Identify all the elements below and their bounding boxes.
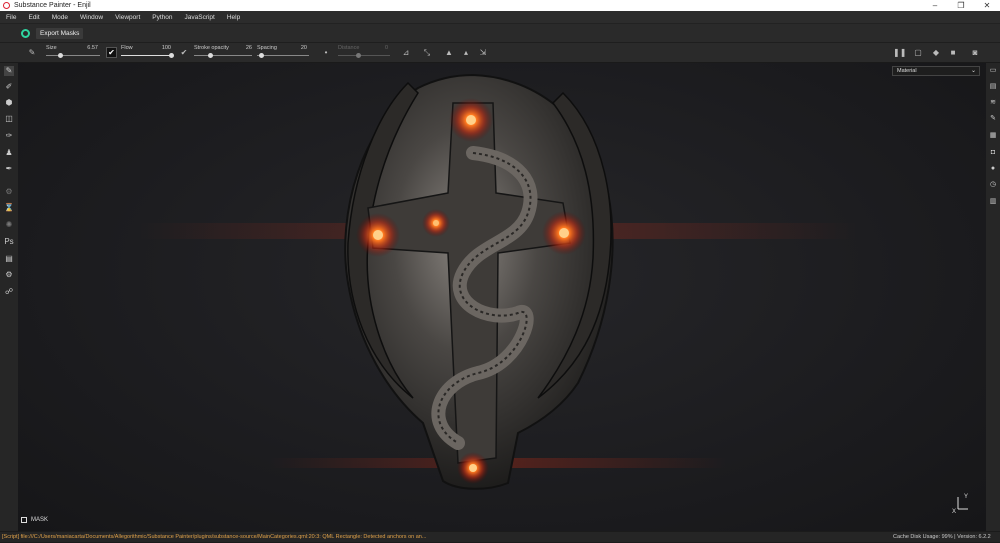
clone-stamp-icon[interactable]: ♟ (4, 148, 14, 158)
distance-slider[interactable] (338, 55, 390, 56)
line-tool-icon[interactable]: ⤡ (423, 49, 431, 57)
brush-alpha-icon[interactable]: ✎ (28, 49, 36, 57)
maximize-icon[interactable]: ❐ (948, 0, 974, 11)
mirror-icon[interactable]: ▲ (445, 49, 453, 57)
shelf-icon[interactable]: ▦ (988, 131, 998, 141)
screenshot-icon[interactable]: ◙ (971, 49, 979, 57)
close-icon[interactable]: ✕ (974, 0, 1000, 11)
axis-gizmo: Y X (952, 494, 968, 515)
texture-set-settings-icon[interactable]: ▤ (988, 82, 998, 92)
left-gem (373, 230, 383, 240)
substance-source-icon[interactable] (21, 28, 30, 38)
distance-slider-handle[interactable] (356, 53, 361, 58)
brush-properties-bar: ✎ Size 6.57 ✔ Flow 100 ✔ Stroke opacity … (0, 43, 1000, 63)
pause-icon[interactable]: ❚❚ (893, 49, 906, 57)
menu-file[interactable]: File (0, 14, 22, 21)
flow-slider-handle[interactable] (169, 53, 174, 58)
app-logo-icon (3, 2, 10, 9)
flow-slider[interactable] (121, 55, 173, 56)
dragon-model-render (138, 73, 858, 490)
panels-sidebar: ▭ ▤ ≋ ✎ ▦ ◘ ● ◷ ▥ (986, 63, 1000, 531)
flow-param: Flow 100 (121, 45, 171, 51)
menu-javascript[interactable]: JavaScript (179, 14, 221, 21)
menu-edit[interactable]: Edit (22, 14, 45, 21)
camera-frame-icon[interactable]: ▢ (914, 49, 922, 57)
resize-icon[interactable]: ⇲ (479, 49, 487, 57)
dragon-eye (433, 220, 439, 226)
flow-toggle-icon[interactable]: ✔ (106, 47, 117, 58)
plugin-toolbar: Export Masks (0, 24, 1000, 43)
paint-brush-icon[interactable]: ✎ (4, 66, 14, 76)
minimize-icon[interactable]: – (922, 0, 948, 11)
settings-tool-icon[interactable]: ⚙ (4, 187, 14, 197)
size-slider-handle[interactable] (58, 53, 63, 58)
mirror-alt-icon[interactable]: ▴ (462, 49, 470, 57)
chevron-down-icon: ⌄ (970, 68, 976, 74)
color-picker-icon[interactable]: ✒ (4, 164, 14, 174)
log-icon[interactable]: ▥ (988, 197, 998, 207)
menu-help[interactable]: Help (221, 14, 246, 21)
mask-icon (21, 517, 27, 523)
distance-param: Distance 0 (338, 45, 388, 51)
projection-icon[interactable]: ⬢ (4, 98, 14, 108)
axis-x-label: X (952, 509, 956, 515)
polygon-fill-icon[interactable]: ◫ (4, 114, 14, 124)
bottom-gem (469, 464, 477, 472)
texture-set-list-icon[interactable]: ▭ (988, 66, 998, 76)
auto-unwrap-icon[interactable]: ☍ (4, 287, 14, 297)
opacity-check-icon[interactable]: ✔ (180, 49, 188, 57)
menu-viewport[interactable]: Viewport (109, 14, 146, 21)
spacing-slider[interactable] (257, 55, 309, 56)
document-icon[interactable]: ▤ (4, 254, 14, 264)
status-bar: [Script] file:///C:/Users/maniacarta/Doc… (0, 531, 1000, 542)
window-title: Substance Painter - Enjil (14, 2, 91, 9)
menu-python[interactable]: Python (146, 14, 178, 21)
3d-viewport[interactable]: Material ⌄ MASK Y X (18, 63, 986, 531)
opacity-slider[interactable] (194, 55, 252, 56)
shader-settings-icon[interactable]: ● (988, 164, 998, 174)
gear-tool-icon[interactable]: ✺ (4, 220, 14, 230)
title-bar: Substance Painter - Enjil – ❐ ✕ (0, 0, 1000, 11)
size-slider[interactable] (46, 55, 100, 56)
camera-icon[interactable]: ■ (949, 49, 957, 57)
menu-bar: File Edit Mode Window Viewport Python Ja… (0, 11, 1000, 24)
photoshop-export-icon[interactable]: Ps (4, 237, 14, 247)
size-param: Size 6.57 (46, 45, 98, 51)
display-mode-icon[interactable]: ◆ (932, 49, 940, 57)
spacing-param: Spacing 20 (257, 45, 307, 51)
properties-icon[interactable]: ✎ (988, 114, 998, 124)
axis-y-label: Y (964, 494, 968, 500)
menu-window[interactable]: Window (74, 14, 109, 21)
export-masks-button[interactable]: Export Masks (36, 27, 84, 39)
spacing-slider-handle[interactable] (259, 53, 264, 58)
cache-usage: Cache Disk Usage: 99% | Version: 6.2.2 (893, 534, 991, 540)
display-settings-icon[interactable]: ◘ (988, 148, 998, 158)
viewport-mode-select[interactable]: Material ⌄ (892, 66, 980, 76)
lazy-mouse-icon[interactable]: • (322, 49, 330, 57)
filter-tool-icon[interactable]: ⌛ (4, 203, 14, 213)
menu-mode[interactable]: Mode (46, 14, 74, 21)
layers-icon[interactable]: ≋ (988, 98, 998, 108)
status-message: [Script] file:///C:/Users/maniacarta/Doc… (2, 534, 427, 540)
tools-sidebar: ✎ ✐ ⬢ ◫ ✑ ♟ ✒ ⚙ ⌛ ✺ Ps ▤ ⚙ ☍ (0, 63, 18, 531)
plugin-settings-icon[interactable]: ⚙ (4, 270, 14, 280)
history-icon[interactable]: ◷ (988, 180, 998, 190)
mask-indicator: MASK (21, 517, 48, 523)
smudge-icon[interactable]: ✑ (4, 131, 14, 141)
opacity-param: Stroke opacity 26 (194, 45, 252, 51)
opacity-slider-handle[interactable] (208, 53, 213, 58)
top-gem (466, 115, 476, 125)
symmetry-icon[interactable]: ⊿ (402, 49, 410, 57)
eraser-icon[interactable]: ✐ (4, 82, 14, 92)
right-gem (559, 228, 569, 238)
